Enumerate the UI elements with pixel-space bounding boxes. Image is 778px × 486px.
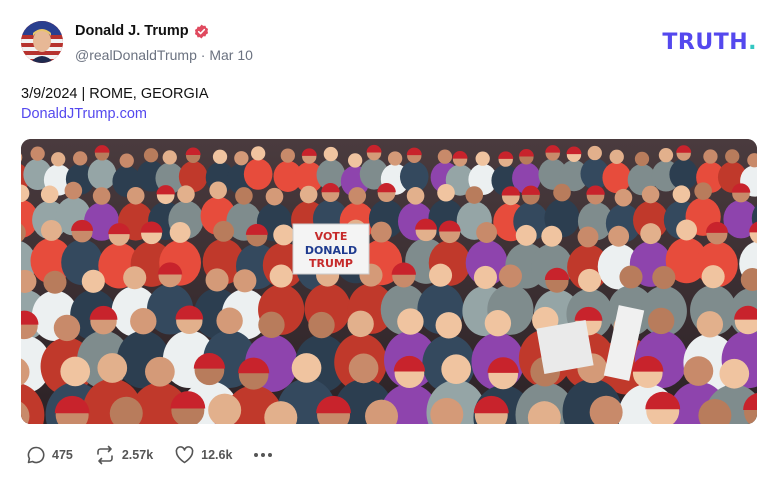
like-icon — [175, 446, 194, 464]
sign-line-2: DONALD — [305, 244, 357, 257]
crowd-photo: VOTE DONALD TRUMP — [21, 139, 757, 424]
name-row: Donald J. Trump — [75, 23, 209, 39]
verified-badge-icon — [194, 24, 209, 39]
post-text: 3/9/2024 | ROME, GEORGIA — [21, 86, 209, 102]
sign-line-3: TRUMP — [309, 257, 353, 270]
reply-button[interactable]: 475 — [26, 445, 73, 465]
post-date[interactable]: Mar 10 — [209, 47, 253, 63]
author-name[interactable]: Donald J. Trump — [75, 23, 189, 39]
retruth-button[interactable]: 2.57k — [94, 445, 153, 465]
sign-line-1: VOTE — [315, 230, 348, 243]
separator: · — [200, 47, 206, 63]
logo-dot: . — [748, 30, 757, 55]
post-header: Donald J. Trump @realDonaldTrump · Mar 1… — [21, 20, 761, 66]
avatar[interactable] — [21, 21, 63, 63]
retruth-icon — [97, 445, 113, 465]
truth-post: Donald J. Trump @realDonaldTrump · Mar 1… — [0, 0, 778, 486]
more-icon — [254, 453, 273, 457]
post-link[interactable]: DonaldJTrump.com — [21, 104, 209, 124]
like-button[interactable]: 12.6k — [174, 445, 232, 465]
vote-trump-sign: VOTE DONALD TRUMP — [292, 223, 370, 275]
handle-row: @realDonaldTrump · Mar 10 — [75, 47, 253, 63]
reply-icon — [27, 446, 45, 464]
logo-text: TRUTH — [662, 30, 749, 55]
post-image[interactable]: VOTE DONALD TRUMP — [21, 139, 757, 424]
action-bar: 475 2.57k 12.6k — [26, 445, 273, 465]
like-count: 12.6k — [201, 448, 233, 462]
more-button[interactable] — [253, 445, 273, 465]
post-content: 3/9/2024 | ROME, GEORGIA DonaldJTrump.co… — [21, 84, 209, 124]
truth-logo[interactable]: TRUTH. — [662, 30, 757, 55]
author-handle[interactable]: @realDonaldTrump — [75, 47, 197, 63]
retruth-count: 2.57k — [121, 448, 154, 462]
reply-count: 475 — [52, 448, 73, 462]
